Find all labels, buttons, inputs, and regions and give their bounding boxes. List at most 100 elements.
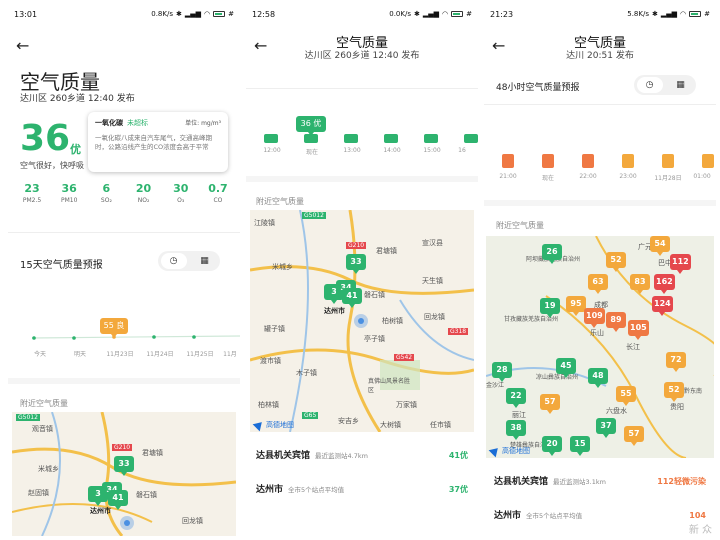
- wifi-icon: ◠: [204, 10, 211, 18]
- battery-icon: [451, 11, 464, 17]
- net-speed: 0.0K/s: [389, 10, 411, 18]
- bluetooth-icon: ✱: [175, 10, 182, 18]
- net-speed: 0.8K/s: [151, 10, 173, 18]
- aqi-marker[interactable]: 52: [606, 252, 626, 272]
- aqi-marker[interactable]: 45: [556, 358, 576, 378]
- aqi-marker[interactable]: 54: [650, 236, 670, 256]
- pollutant-pm25[interactable]: 23 PM2.5: [16, 182, 48, 204]
- hourly-axis: 12:00 现在 13:00 14:00 15:00 16: [263, 147, 466, 156]
- hourly-bar-chart: [502, 154, 714, 168]
- forecast-title: 15天空气质量预报: [20, 260, 103, 271]
- status-bar: 21:23 5.8K/s ✱ ▂▄▆ ◠ #: [484, 0, 716, 28]
- aqi-marker[interactable]: 57: [540, 394, 560, 414]
- tooltip-body: 一氧化碳八成来自汽车尾气，交通高峰期时，公路沿线产生的CO浓度会高于平常: [95, 134, 212, 151]
- aqi-marker[interactable]: 52: [664, 382, 684, 402]
- pollutant-tooltip: 一氧化碳 未超标 单位: mg/m³ 一氧化碳八成来自汽车尾气，交通高峰期时，公路…: [88, 112, 228, 172]
- battery-icon: [689, 11, 702, 17]
- pollutant-no2[interactable]: 20 NO₂: [128, 182, 160, 204]
- forecast-axis: 今天 明天 11月23日 11月24日 11月25日 11月: [33, 351, 237, 358]
- station-row[interactable]: 达县机关宾馆 最近监测站3.1km 112轻微污染: [494, 474, 706, 487]
- aqi-marker[interactable]: 105: [628, 320, 649, 340]
- aqi-marker[interactable]: 72: [666, 352, 686, 372]
- aqi-marker[interactable]: 20: [542, 436, 562, 456]
- divider: [8, 232, 240, 233]
- aqi-marker[interactable]: 38: [506, 420, 526, 440]
- pollutant-list: 23 PM2.5 36 PM10 6 SO₂ 20 NO₂ 30 O₃ 0.7 CO: [16, 182, 234, 204]
- amap-logo: 高德地图: [488, 444, 530, 458]
- aqi-marker[interactable]: 41: [342, 288, 362, 308]
- wifi-icon: ◠: [680, 10, 687, 18]
- status-bar: 12:58 0.0K/s ✱ ▂▄▆ ◠ #: [246, 0, 478, 28]
- current-location-icon: [354, 314, 368, 328]
- signal-icon: ▂▄▆: [184, 10, 202, 18]
- aqi-marker[interactable]: 63: [588, 274, 608, 294]
- aqi-description: 空气很好，快呼吸: [20, 161, 84, 170]
- tooltip-pollutant-name: 一氧化碳: [95, 119, 123, 127]
- amap-icon: [252, 418, 266, 432]
- signal-icon: ▂▄▆: [660, 10, 678, 18]
- aqi-marker[interactable]: 19: [540, 298, 560, 318]
- aqi-marker[interactable]: 89: [606, 312, 626, 332]
- calendar-icon[interactable]: ▦: [668, 77, 694, 93]
- amap-icon: [488, 444, 502, 458]
- clock-icon[interactable]: ◷: [160, 253, 187, 269]
- nearby-map[interactable]: G5012 江陵镇 G210 君塘镇 宣汉县 米城乡 天生镇 磐石镇 达州市 柏…: [250, 210, 474, 432]
- nearby-label: 附近空气质量: [496, 221, 544, 230]
- bluetooth-icon: ✱: [651, 10, 658, 18]
- aqi-marker[interactable]: 33: [346, 254, 366, 274]
- screen-3: 21:23 5.8K/s ✱ ▂▄▆ ◠ # ← 空气质量 达川 20:51 发布 48…: [484, 0, 716, 540]
- view-toggle: ◷ ▦: [158, 251, 220, 271]
- aqi-marker[interactable]: 109: [584, 308, 605, 328]
- current-location-icon: [120, 516, 134, 530]
- nearby-label: 附近空气质量: [256, 197, 304, 206]
- forecast-tag: 55 良: [100, 318, 128, 338]
- tooltip-unit: 单位: mg/m³: [185, 120, 221, 127]
- tooltip-status: 未超标: [127, 119, 148, 127]
- status-extra: #: [466, 10, 472, 18]
- aqi-marker[interactable]: 162: [654, 274, 675, 294]
- pollutant-co[interactable]: 0.7 CO: [202, 182, 234, 204]
- forecast-title: 48小时空气质量预报: [496, 83, 580, 93]
- publish-info: 达川区 260乡道 12:40 发布: [20, 94, 135, 104]
- pollutant-so2[interactable]: 6 SO₂: [90, 182, 122, 204]
- aqi-marker[interactable]: 15: [570, 436, 590, 456]
- aqi-marker[interactable]: 22: [506, 388, 526, 408]
- status-time: 21:23: [490, 9, 514, 19]
- pollutant-pm10[interactable]: 36 PM10: [53, 182, 85, 204]
- screen-2: 12:58 0.0K/s ✱ ▂▄▆ ◠ # ← 空气质量 达川区 260乡道 12:4…: [246, 0, 478, 540]
- aqi-marker[interactable]: 41: [108, 490, 128, 510]
- bluetooth-icon: ✱: [413, 10, 420, 18]
- aqi-marker[interactable]: 55: [616, 386, 636, 406]
- aqi-marker[interactable]: 112: [670, 254, 691, 274]
- station-row[interactable]: 达州市 全市5个站点平均值 37优: [256, 482, 468, 495]
- aqi-marker[interactable]: 95: [566, 296, 586, 316]
- aqi-level: 优: [70, 143, 81, 156]
- aqi-marker[interactable]: 48: [588, 368, 608, 388]
- status-extra: #: [704, 10, 710, 18]
- aqi-marker[interactable]: 57: [624, 426, 644, 446]
- status-time: 12:58: [252, 9, 276, 19]
- aqi-marker[interactable]: 83: [630, 274, 650, 294]
- status-time: 13:01: [14, 9, 38, 19]
- pollutant-o3[interactable]: 30 O₃: [165, 182, 197, 204]
- nearby-label: 附近空气质量: [20, 399, 68, 408]
- calendar-icon[interactable]: ▦: [192, 253, 218, 269]
- clock-icon[interactable]: ◷: [636, 77, 663, 93]
- back-button[interactable]: ←: [16, 36, 29, 55]
- aqi-marker[interactable]: 124: [652, 296, 673, 316]
- nearby-map[interactable]: G5012 观音镇 G210 君塘镇 米城乡 赵固镇 磐石镇 达州市 回龙镇 3…: [12, 412, 236, 536]
- aqi-marker[interactable]: 37: [596, 418, 616, 438]
- aqi-value: 36: [20, 118, 71, 159]
- nearby-map[interactable]: 广元 阿坝藏族羌族自治州 巴中 成都 甘孜藏族羌族自治州 乐山 长江 凉山彝族自…: [486, 236, 714, 458]
- battery-icon: [213, 11, 226, 17]
- aqi-marker[interactable]: 33: [114, 456, 134, 476]
- watermark: 新 众: [688, 525, 712, 536]
- station-row[interactable]: 达州市 全市5个站点平均值 104: [494, 508, 706, 521]
- publish-info: 达川 20:51 发布: [566, 51, 634, 61]
- wifi-icon: ◠: [442, 10, 449, 18]
- station-row[interactable]: 达县机关宾馆 最近监测站4.7km 41优: [256, 448, 468, 461]
- net-speed: 5.8K/s: [627, 10, 649, 18]
- aqi-marker[interactable]: 26: [542, 244, 562, 264]
- view-toggle: ◷ ▦: [634, 75, 696, 95]
- aqi-marker[interactable]: 28: [492, 362, 512, 382]
